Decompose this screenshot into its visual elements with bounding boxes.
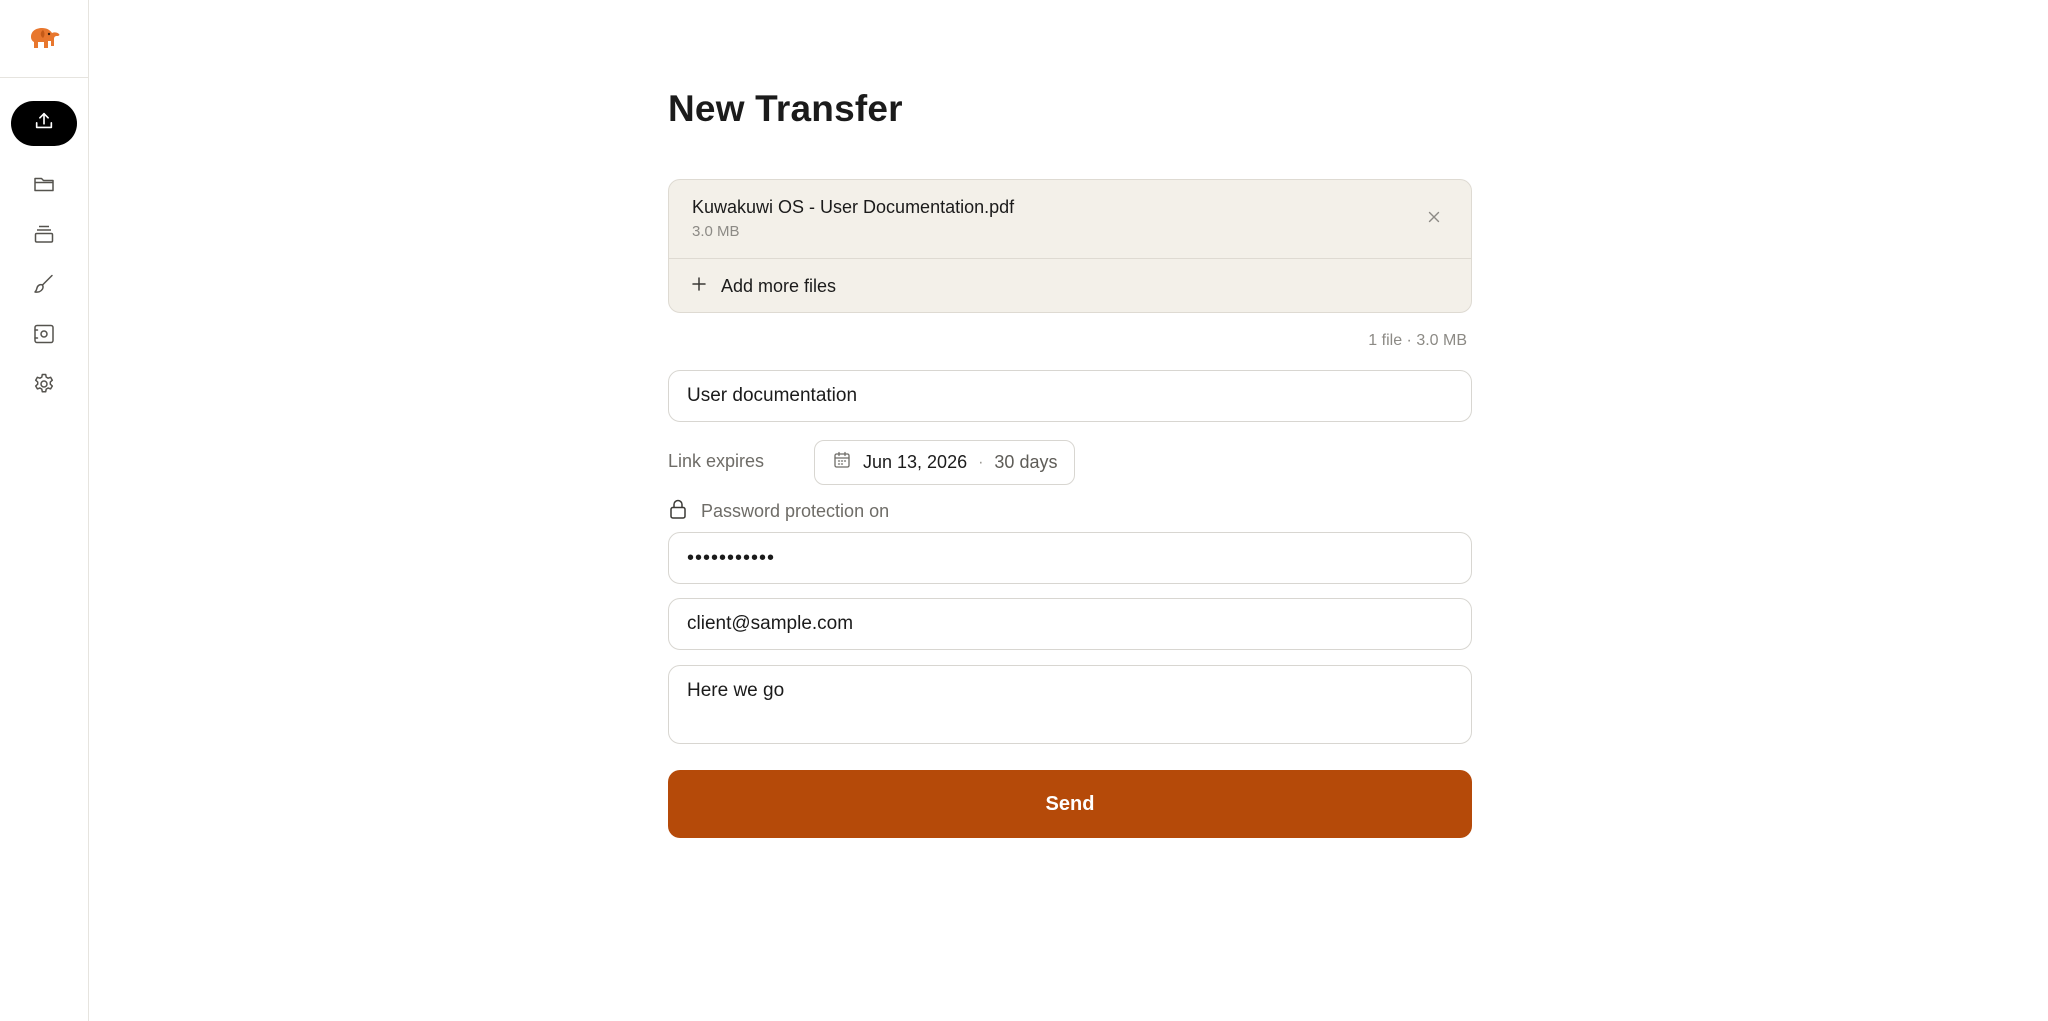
expiry-date: Jun 13, 2026 <box>863 452 968 472</box>
password-protection-toggle[interactable]: Password protection on <box>668 498 889 525</box>
file-list: Kuwakuwi OS - User Documentation.pdf 3.0… <box>668 179 1472 313</box>
transfer-title-value: User documentation <box>687 385 858 406</box>
close-icon <box>1428 210 1440 228</box>
send-button[interactable]: Send <box>668 770 1472 838</box>
folder-icon <box>32 172 56 201</box>
sidebar-item-vault[interactable] <box>29 321 59 351</box>
remove-file-button[interactable] <box>1425 210 1443 228</box>
password-input[interactable]: ••••••••••• <box>668 532 1472 584</box>
gear-icon <box>32 372 56 401</box>
add-more-files-button[interactable]: Add more files <box>691 268 836 304</box>
vault-icon <box>32 322 56 351</box>
plus-icon <box>691 276 707 297</box>
transfer-summary: 1 file · 3.0 MB <box>1368 332 1467 349</box>
message-textarea[interactable]: Here we go <box>668 665 1472 744</box>
elephant-logo[interactable] <box>26 24 62 54</box>
file-list-divider <box>669 258 1471 259</box>
file-name: Kuwakuwi OS - User Documentation.pdf <box>692 197 1015 217</box>
sidebar-item-upload[interactable] <box>11 101 77 146</box>
transfer-title-input[interactable]: User documentation <box>668 370 1472 422</box>
add-more-files-label: Add more files <box>721 275 837 296</box>
lock-icon <box>668 498 688 525</box>
sidebar-divider <box>0 77 88 78</box>
recipient-email-input[interactable]: client@sample.com <box>668 598 1472 650</box>
upload-icon <box>33 110 55 137</box>
sidebar-item-archive[interactable] <box>29 221 59 251</box>
sidebar <box>0 0 89 1021</box>
sidebar-item-brush[interactable] <box>29 271 59 301</box>
brush-icon <box>32 272 56 301</box>
expiry-date-picker[interactable]: Jun 13, 2026 · 30 days <box>814 440 1075 485</box>
link-expires-label: Link expires <box>668 451 765 471</box>
calendar-icon <box>833 451 851 474</box>
sidebar-item-folder[interactable] <box>29 171 59 201</box>
sidebar-item-settings[interactable] <box>29 371 59 401</box>
expiry-separator: · <box>978 453 984 471</box>
expiry-days: 30 days <box>994 452 1058 472</box>
recipient-email-value: client@sample.com <box>687 613 854 634</box>
archive-icon <box>32 222 56 251</box>
password-protection-label: Password protection on <box>701 501 890 521</box>
message-value: Here we go <box>687 680 785 701</box>
page-title: New Transfer <box>668 88 903 129</box>
file-size: 3.0 MB <box>692 223 740 240</box>
password-value: ••••••••••• <box>687 546 776 569</box>
